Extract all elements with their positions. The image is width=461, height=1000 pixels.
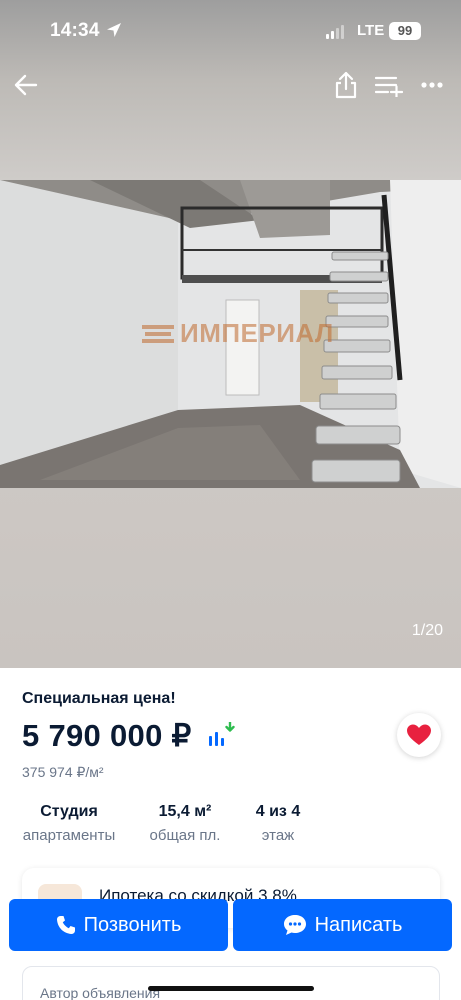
price-history-icon[interactable] [204, 722, 236, 750]
share-icon[interactable] [334, 71, 358, 99]
author-card[interactable]: Автор объявления [22, 966, 440, 1000]
network-type: LTE [357, 22, 385, 39]
spec-type-label: апартаменты [22, 827, 116, 844]
chat-bubble-icon [283, 915, 306, 935]
spec-floor: 4 из 4 этаж [244, 803, 312, 844]
price-per-square-meter: 375 974 ₽/м² [22, 764, 104, 780]
call-button-label: Позвонить [83, 913, 182, 936]
spec-area: 15,4 м² общая пл. [147, 803, 223, 844]
add-to-list-icon[interactable] [375, 75, 403, 97]
status-bar: 14:34 LTE 99 [0, 0, 461, 62]
spec-type-value: Студия [40, 803, 98, 820]
spec-type: Студия апартаменты [22, 803, 116, 844]
author-label: Автор объявления [40, 985, 161, 1000]
battery-indicator: 99 [389, 22, 421, 40]
home-indicator [148, 986, 314, 991]
watermark: ИМПЕРИАЛ [142, 318, 334, 349]
message-button[interactable]: Написать [233, 899, 452, 951]
status-time: 14:34 [50, 20, 100, 41]
spec-area-value: 15,4 м² [158, 803, 212, 820]
price: 5 790 000 ₽ [22, 718, 192, 753]
watermark-text: ИМПЕРИАЛ [180, 318, 334, 348]
imperial-logo-icon [142, 324, 174, 343]
favorite-button[interactable] [397, 713, 441, 757]
back-arrow-icon[interactable] [14, 74, 38, 96]
call-button[interactable]: Позвонить [9, 899, 228, 951]
photo-counter: 1/20 [411, 622, 443, 639]
special-price-label: Специальная цена! [22, 690, 176, 707]
spec-floor-value: 4 из 4 [255, 803, 301, 820]
heart-icon [407, 724, 431, 745]
message-button-label: Написать [314, 913, 403, 936]
more-icon[interactable] [421, 82, 443, 88]
spec-area-label: общая пл. [149, 827, 221, 844]
photo-gallery[interactable]: 14:34 LTE 99 ИМПЕРИАЛ 1/20 [0, 0, 461, 668]
signal-strength-icon [326, 25, 344, 39]
phone-icon [56, 916, 75, 934]
spec-floor-label: этаж [261, 827, 295, 844]
location-arrow-icon [107, 23, 121, 37]
